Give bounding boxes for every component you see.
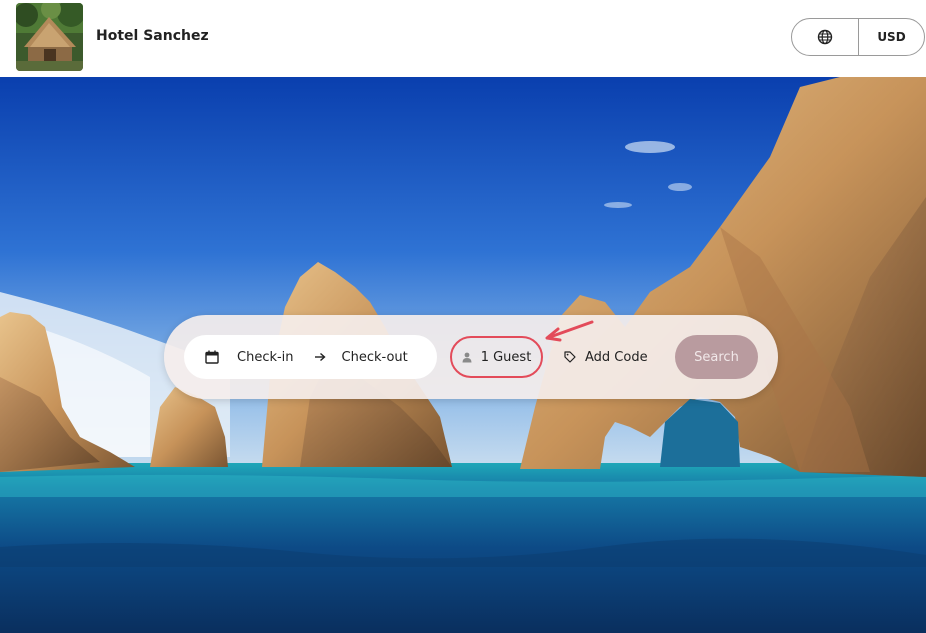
globe-icon [817, 29, 833, 45]
person-icon [462, 351, 474, 363]
booking-search-bar: Check-in Check-out 1 Guest Add Code Sear… [164, 315, 778, 399]
guest-selector[interactable]: 1 Guest [450, 336, 543, 378]
locale-selector: USD [791, 18, 925, 56]
hut-logo-icon [16, 3, 83, 71]
tag-icon [564, 350, 578, 364]
hotel-logo[interactable] [16, 3, 83, 71]
arrow-right-icon [314, 350, 328, 364]
site-header: Hotel Sanchez USD [0, 0, 926, 77]
checkin-label[interactable]: Check-in [237, 350, 294, 365]
date-range-field[interactable]: Check-in Check-out [184, 335, 437, 379]
promo-code-field[interactable]: Add Code [564, 336, 664, 378]
add-code-label: Add Code [585, 349, 648, 365]
currency-button[interactable]: USD [859, 19, 924, 55]
language-button[interactable] [792, 19, 859, 55]
calendar-icon [204, 349, 220, 365]
guest-count-label: 1 Guest [480, 349, 532, 365]
checkout-label[interactable]: Check-out [342, 350, 408, 365]
hotel-name: Hotel Sanchez [96, 28, 209, 44]
search-button[interactable]: Search [675, 335, 758, 379]
